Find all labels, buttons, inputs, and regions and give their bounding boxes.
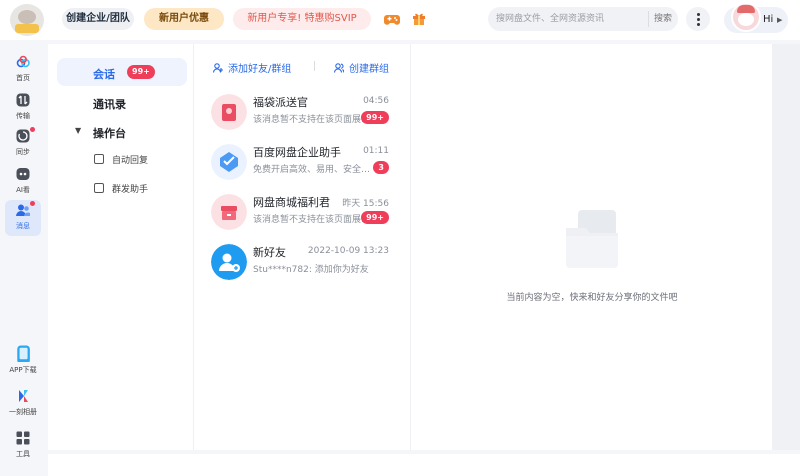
left-nav: 首页 传输 同步 AI看 消息 APP下载 一刻相册 工具 [0,40,46,476]
conversation-preview: Stu****n782: 添加你为好友 [253,265,369,275]
auto-reply-label: 自动回复 [112,156,149,166]
new-friend-avatar [211,244,247,280]
conversation-list: 添加好友/群组 创建群组 福袋派送官 04:56 该消息暂不支持在该页面展示..… [195,44,411,450]
nav-label: AI看 [16,186,30,194]
gift-icon[interactable] [412,11,426,26]
search-box: 搜索 [488,7,678,31]
add-friend-label: 添加好友/群组 [228,64,292,75]
nav-label: APP下载 [9,366,37,374]
conversation-preview: 该消息暂不支持在该页面展示... [253,215,373,225]
conversation-name: 百度网盘企业助手 [253,146,341,159]
nav-item-tools[interactable]: 工具 [5,428,41,464]
conversation-time: 01:11 [363,146,389,156]
unread-badge: 3 [373,161,389,174]
add-friend-button[interactable]: 添加好友/群组 [213,60,291,75]
cloud-home-icon [16,55,30,68]
nav-item-sync[interactable]: 同步 [5,126,41,162]
message-subnav: 会话 99+ 通讯录 ▼ 操作台 自动回复 群发助手 [48,44,194,450]
notification-dot [30,201,35,206]
nav-item-transfer[interactable]: 传输 [5,90,41,126]
create-team-button[interactable]: 创建企业/团队 [62,8,134,30]
unread-badge: 99+ [127,65,155,79]
game-icon[interactable] [384,12,400,26]
user-avatar[interactable] [731,2,761,32]
more-menu-button[interactable] [686,7,710,31]
empty-state: 当前内容为空，快来和好友分享你的文件吧 [412,44,772,450]
top-bar: 创建企业/团队 新用户优惠 新用户专享! 特惠购SVIP 搜索 Hi ▶ [0,0,800,40]
conversation-item[interactable]: 福袋派送官 04:56 该消息暂不支持在该页面展示... 99+ [205,90,405,138]
create-group-label: 创建群组 [349,64,389,75]
conversation-name: 网盘商城福利君 [253,196,330,209]
conversation-item[interactable]: 网盘商城福利君 昨天 15:56 该消息暂不支持在该页面展示... 99+ [205,190,405,238]
conversation-item[interactable]: 百度网盘企业助手 01:11 免费开启高效、易用、安全的... 3 [205,140,405,188]
auto-reply-icon [94,154,104,164]
group-icon [334,63,344,73]
create-group-button[interactable]: 创建群组 [334,60,389,75]
unread-badge: 99+ [361,111,389,124]
nav-label: 消息 [16,222,30,230]
shop-avatar [211,194,247,230]
list-actions: 添加好友/群组 创建群组 [195,44,411,86]
avatar-face [738,13,754,26]
subnav-console-label: 操作台 [93,127,126,140]
search-input[interactable] [496,11,646,27]
empty-folder-icon [566,210,618,268]
add-user-icon [213,63,223,73]
caret-down-icon: ▼ [75,126,82,135]
nav-item-messages[interactable]: 消息 [5,200,41,236]
subnav-console[interactable]: ▼ 操作台 [57,117,187,145]
conversation-time: 04:56 [363,96,389,106]
nav-label: 传输 [16,112,30,120]
user-greeting[interactable]: Hi [763,14,773,25]
app-logo[interactable] [10,4,44,36]
conversation-time: 2022-10-09 13:23 [307,246,389,256]
unread-badge: 99+ [361,211,389,224]
bottom-strip [48,454,800,476]
phone-icon [17,345,30,362]
ai-watch-icon [16,168,30,180]
subnav-contacts[interactable]: 通讯录 [57,88,187,116]
group-send-label: 群发助手 [112,185,149,195]
nav-item-album[interactable]: 一刻相册 [5,386,41,422]
conversation-name: 新好友 [253,246,286,259]
conversation-time: 昨天 15:56 [342,199,389,209]
subnav-chats[interactable]: 会话 99+ [57,58,187,86]
subnav-contacts-label: 通讯录 [93,98,126,111]
more-dot [697,18,700,21]
nav-label: 一刻相册 [9,408,37,416]
conversation-name: 福袋派送官 [253,96,308,109]
subnav-chats-label: 会话 [93,68,115,81]
empty-state-text: 当前内容为空，快来和好友分享你的文件吧 [506,293,678,303]
nav-item-home[interactable]: 首页 [5,52,41,88]
notification-dot [30,127,35,132]
message-icon [16,204,30,216]
conversation-item[interactable]: 新好友 2022-10-09 13:23 Stu****n782: 添加你为好友 [205,240,405,288]
tools-icon [16,431,30,445]
nav-label: 同步 [16,148,30,156]
divider [314,61,315,71]
transfer-icon [16,93,30,107]
album-icon [19,390,28,402]
nav-label: 首页 [16,74,30,82]
nav-item-ai[interactable]: AI看 [5,164,41,200]
logo-tag [15,24,39,33]
search-button[interactable]: 搜索 [647,11,672,27]
scrollbar[interactable] [772,44,800,450]
more-dot [697,23,700,26]
group-send-icon [94,183,104,193]
chevron-right-icon: ▶ [777,16,783,24]
logo-mascot [18,10,36,24]
sync-icon [16,129,30,143]
more-dot [697,13,700,16]
lucky-bag-avatar [211,94,247,130]
conversation-preview: 免费开启高效、易用、安全的... [253,165,373,175]
avatar-hat [737,5,755,13]
nav-item-app-download[interactable]: APP下载 [5,344,41,380]
conversation-preview: 该消息暂不支持在该页面展示... [253,115,373,125]
enterprise-assistant-avatar [211,144,247,180]
new-user-offer-button[interactable]: 新用户优惠 [144,8,224,30]
nav-label: 工具 [16,450,30,458]
svip-promo-button[interactable]: 新用户专享! 特惠购SVIP [233,8,371,30]
